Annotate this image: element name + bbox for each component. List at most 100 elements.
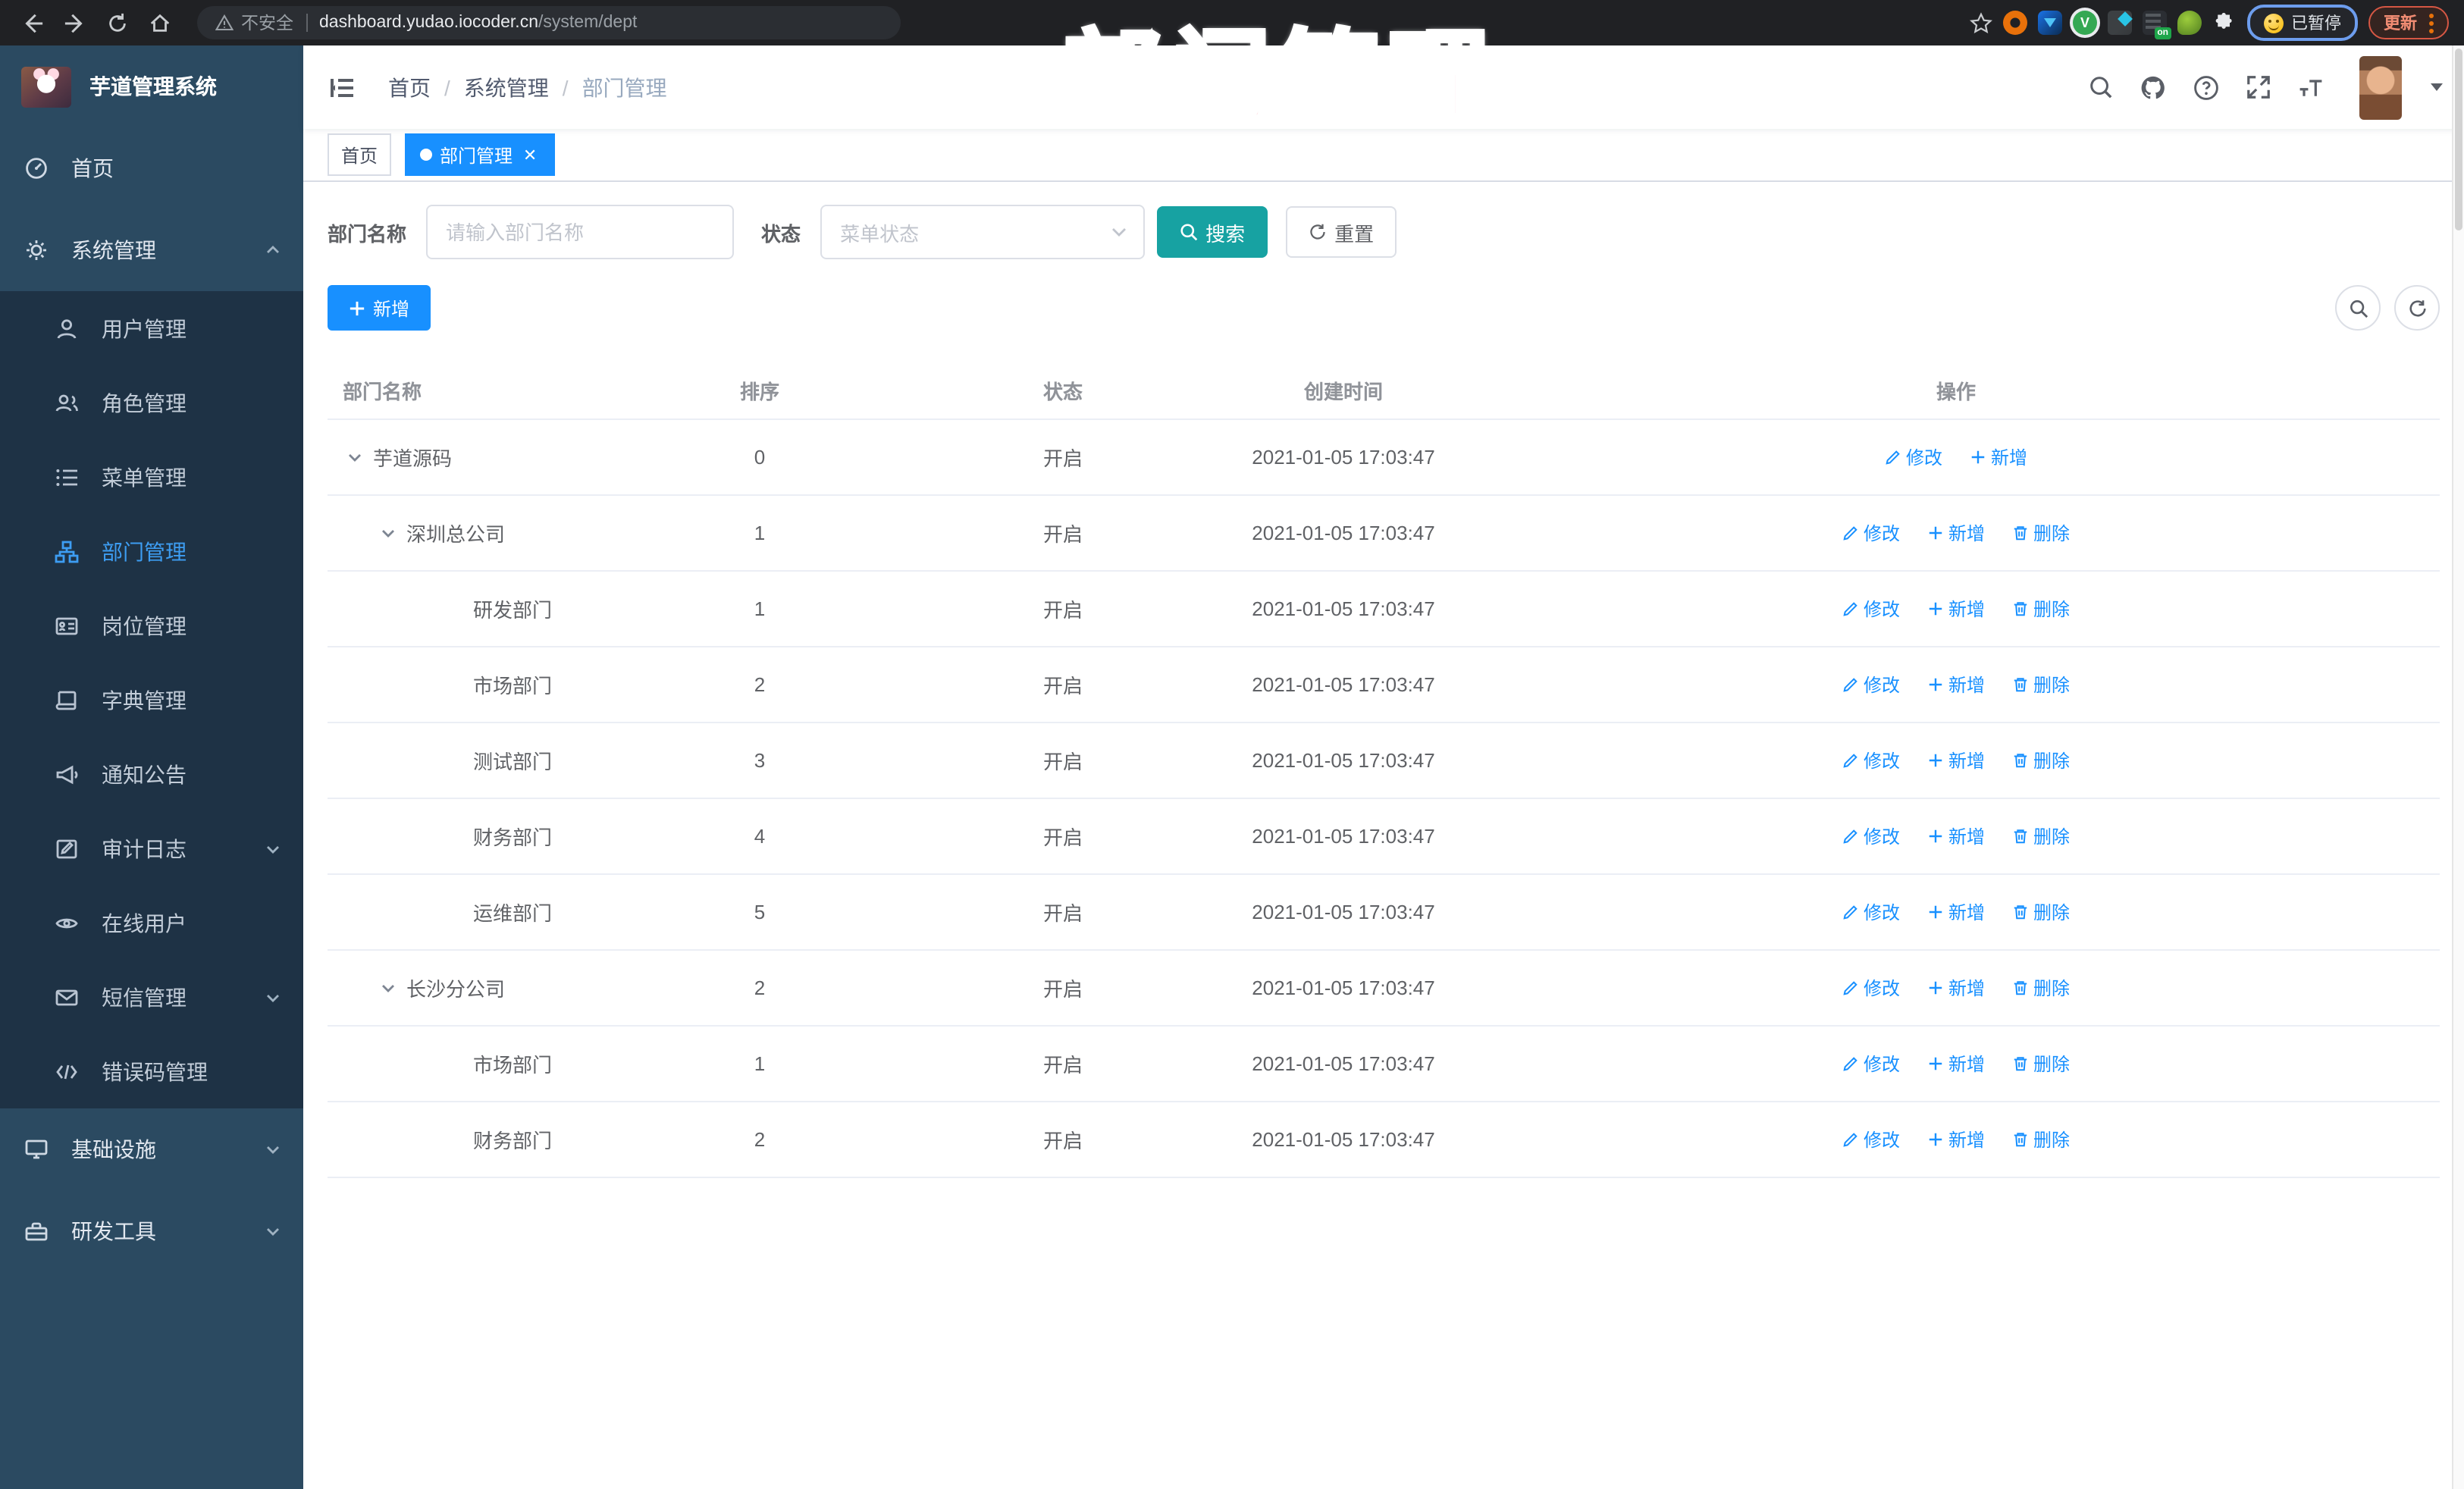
dept-name-cell: 研发部门 [473, 599, 553, 622]
refresh-table-button[interactable] [2394, 285, 2440, 331]
sidebar-item-post[interactable]: 岗位管理 [0, 588, 303, 663]
extension-icon-orange[interactable] [2003, 11, 2027, 35]
edit-link[interactable]: 修改 [1842, 596, 1900, 622]
add-link[interactable]: 新增 [1927, 748, 1985, 773]
edit-link[interactable]: 修改 [1842, 1051, 1900, 1077]
browser-forward-button[interactable] [58, 6, 91, 39]
sidebar-toggle-button[interactable] [321, 66, 364, 108]
dept-name-input[interactable] [426, 205, 735, 259]
expand-caret-icon[interactable] [379, 524, 397, 542]
add-link[interactable]: 新增 [1927, 596, 1985, 622]
delete-link[interactable]: 删除 [2012, 823, 2070, 849]
status-select[interactable]: 菜单状态 [820, 205, 1146, 259]
add-link[interactable]: 新增 [1927, 823, 1985, 849]
extension-icon-vue-devtools[interactable] [2038, 11, 2062, 35]
url-path: /system/dept [538, 14, 638, 32]
profile-paused-pill[interactable]: 已暂停 [2247, 5, 2358, 41]
edit-link[interactable]: 修改 [1842, 823, 1900, 849]
page-content: 部门名称 状态 菜单状态 搜索 [303, 182, 2464, 1489]
delete-link[interactable]: 删除 [2012, 1127, 2070, 1152]
sort-cell: 2 [754, 976, 766, 999]
delete-link[interactable]: 删除 [2012, 520, 2070, 546]
delete-link[interactable]: 删除 [2012, 1051, 2070, 1077]
add-link[interactable]: 新增 [1927, 672, 1985, 697]
sidebar-item-dept[interactable]: 部门管理 [0, 514, 303, 588]
extensions-menu-icon[interactable] [2212, 11, 2237, 35]
sidebar-item-menu[interactable]: 菜单管理 [0, 440, 303, 514]
user-menu-caret-icon[interactable] [2431, 83, 2443, 97]
bookmark-star-icon[interactable] [1970, 11, 1992, 34]
breadcrumb-home[interactable]: 首页 [388, 72, 431, 102]
sidebar-item-dict[interactable]: 字典管理 [0, 663, 303, 737]
fullscreen-icon[interactable] [2246, 74, 2271, 100]
browser-home-button[interactable] [143, 6, 176, 39]
edit-link[interactable]: 修改 [1842, 899, 1900, 925]
add-link[interactable]: 新增 [1927, 1051, 1985, 1077]
address-bar[interactable]: 不安全 dashboard.yudao.iocoder.cn/system/de… [197, 6, 901, 39]
tab-close-icon[interactable]: ✕ [520, 145, 540, 165]
expand-caret-icon[interactable] [346, 448, 364, 466]
reset-button[interactable]: 重置 [1286, 206, 1397, 258]
delete-link[interactable]: 删除 [2012, 975, 2070, 1001]
extension-icon-on-switch[interactable]: on [2143, 11, 2171, 39]
breadcrumb-system[interactable]: 系统管理 [464, 72, 549, 102]
col-status: 状态 [1042, 380, 1083, 403]
browser-back-button[interactable] [15, 6, 49, 39]
tab-dept-active[interactable]: 部门管理 ✕ [405, 133, 556, 176]
sidebar-item-notice[interactable]: 通知公告 [0, 737, 303, 811]
add-dept-button[interactable]: 新增 [328, 285, 431, 331]
extension-icon-green-check[interactable]: V [2073, 11, 2097, 35]
delete-link[interactable]: 删除 [2012, 596, 2070, 622]
browser-menu-kebab-icon[interactable] [2429, 13, 2434, 33]
add-link[interactable]: 新增 [1927, 1127, 1985, 1152]
extension-icon-green[interactable] [2177, 11, 2202, 35]
delete-link[interactable]: 删除 [2012, 899, 2070, 925]
browser-reload-button[interactable] [100, 6, 133, 39]
edit-link[interactable]: 修改 [1885, 444, 1942, 470]
hamburger-icon [331, 78, 353, 96]
status-cell: 开启 [1042, 1054, 1083, 1077]
browser-update-button[interactable]: 更新 [2368, 6, 2449, 39]
sidebar-item-role[interactable]: 角色管理 [0, 365, 303, 440]
sidebar-item-user[interactable]: 用户管理 [0, 291, 303, 365]
edit-link[interactable]: 修改 [1842, 1127, 1900, 1152]
extension-icon-grid[interactable] [2108, 11, 2133, 35]
user-avatar[interactable] [2359, 55, 2402, 119]
plus-icon [1929, 754, 1942, 767]
back-arrow-icon [24, 13, 42, 33]
trash-icon [2014, 905, 2027, 920]
sidebar-item-online[interactable]: 在线用户 [0, 886, 303, 960]
tab-home[interactable]: 首页 [328, 133, 392, 176]
sidebar-item-audit[interactable]: 审计日志 [0, 811, 303, 886]
font-size-icon[interactable] [2297, 74, 2324, 101]
mail-icon [55, 985, 79, 1009]
edit-link[interactable]: 修改 [1842, 975, 1900, 1001]
sidebar-item-infra[interactable]: 基础设施 [0, 1108, 303, 1190]
github-icon[interactable] [2140, 74, 2167, 101]
page-scrollbar[interactable] [2452, 45, 2464, 1489]
delete-link[interactable]: 删除 [2012, 672, 2070, 697]
book-icon [55, 688, 79, 712]
sidebar-item-system[interactable]: 系统管理 [0, 209, 303, 291]
sidebar-logo-row[interactable]: 芋道管理系统 [0, 45, 303, 127]
search-button[interactable]: 搜索 [1157, 206, 1268, 258]
edit-link[interactable]: 修改 [1842, 520, 1900, 546]
sidebar-item-home[interactable]: 首页 [0, 127, 303, 209]
docs-help-icon[interactable] [2193, 74, 2220, 101]
add-link[interactable]: 新增 [1927, 975, 1985, 1001]
add-link[interactable]: 新增 [1927, 899, 1985, 925]
sidebar-item-sms[interactable]: 短信管理 [0, 960, 303, 1034]
toggle-search-button[interactable] [2335, 285, 2381, 331]
expand-caret-icon[interactable] [379, 979, 397, 997]
created-cell: 2021-01-05 17:03:47 [1252, 1052, 1435, 1075]
delete-link[interactable]: 删除 [2012, 748, 2070, 773]
add-link[interactable]: 新增 [1970, 444, 2027, 470]
edit-link[interactable]: 修改 [1842, 748, 1900, 773]
created-cell: 2021-01-05 17:03:47 [1252, 446, 1435, 469]
add-link[interactable]: 新增 [1927, 520, 1985, 546]
header-search-icon[interactable] [2088, 74, 2114, 100]
sidebar-item-errcode[interactable]: 错误码管理 [0, 1034, 303, 1108]
sidebar-item-devtool[interactable]: 研发工具 [0, 1190, 303, 1272]
edit-link[interactable]: 修改 [1842, 672, 1900, 697]
scrollbar-thumb[interactable] [2455, 49, 2462, 230]
